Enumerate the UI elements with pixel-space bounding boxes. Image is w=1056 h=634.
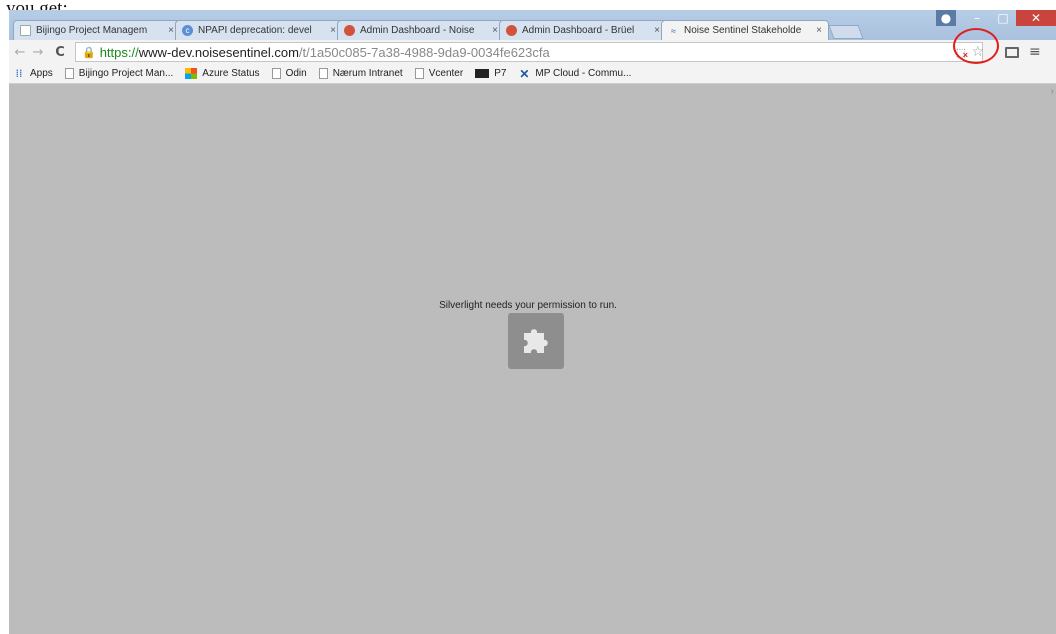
plugin-placeholder[interactable] [508, 313, 564, 369]
reload-icon[interactable]: C [53, 45, 67, 60]
tab-label: Noise Sentinel Stakeholde [684, 25, 802, 36]
url-scheme: https:// [99, 44, 139, 60]
admin-icon [506, 25, 517, 36]
address-bar[interactable]: 🔒 https://www-dev.noisesentinel.com/t/1a… [75, 42, 984, 62]
bookmark-apps[interactable]: ⁞⁞ Apps [13, 67, 53, 80]
user-icon[interactable]: ● [936, 10, 956, 26]
admin-icon [344, 25, 355, 36]
minimize-icon[interactable]: – [964, 10, 990, 26]
tab-label: NPAPI deprecation: devel [198, 25, 312, 36]
tab-npapi[interactable]: c NPAPI deprecation: devel × [175, 20, 343, 40]
bookmark-naerum-intranet[interactable]: Nærum Intranet [318, 68, 403, 79]
bookmark-label: Nærum Intranet [332, 68, 403, 79]
close-icon[interactable]: ✕ [1016, 10, 1056, 26]
url-path: /t/1a50c085-7a38-4988-9da9-0034fe623cfa [298, 44, 550, 60]
window-controls: ● – □ ✕ [936, 10, 1056, 28]
close-icon[interactable]: › [1051, 86, 1054, 97]
title-bar: Bijingo Project Managem × c NPAPI deprec… [9, 10, 1056, 40]
maximize-icon[interactable]: □ [990, 10, 1016, 26]
bookmark-azure-status[interactable]: Azure Status [185, 68, 260, 79]
document-icon [271, 68, 281, 79]
bookmark-odin[interactable]: Odin [271, 68, 307, 79]
chrome-icon: c [182, 25, 193, 36]
bookmark-label: Vcenter [428, 68, 464, 79]
tab-close-icon[interactable]: × [654, 25, 660, 36]
bookmark-label: MP Cloud - Commu... [535, 68, 632, 79]
url-host: www-dev.noisesentinel.com [138, 44, 299, 60]
bookmarks-bar: ⁞⁞ Apps Bijingo Project Man... Azure Sta… [9, 64, 1056, 84]
bookmark-p7[interactable]: P7 [475, 68, 506, 79]
lock-icon: 🔒 [82, 45, 96, 59]
tab-noise-sentinel[interactable]: ≈ Noise Sentinel Stakeholde × [661, 20, 829, 40]
tab-close-icon[interactable]: × [816, 25, 822, 36]
waves-icon: ≈ [671, 25, 676, 36]
page-content: › [9, 84, 1056, 634]
tab-strip: Bijingo Project Managem × c NPAPI deprec… [13, 20, 864, 40]
apps-grid-icon: ⁞⁞ [15, 67, 23, 80]
browser-window: Bijingo Project Managem × c NPAPI deprec… [9, 10, 1056, 634]
bookmark-label: Odin [285, 68, 307, 79]
p7-icon [475, 69, 490, 78]
cast-icon[interactable] [1005, 46, 1019, 58]
document-icon [64, 68, 74, 79]
back-icon[interactable]: ← [13, 45, 27, 60]
toolbar: ← → C 🔒 https://www-dev.noisesentinel.co… [9, 40, 1056, 64]
bookmark-vcenter[interactable]: Vcenter [414, 68, 464, 79]
forward-icon[interactable]: → [31, 45, 45, 60]
new-tab-button[interactable] [828, 25, 864, 39]
tab-close-icon[interactable]: × [492, 25, 498, 36]
puzzle-piece-icon [524, 329, 548, 353]
menu-icon[interactable]: ≡ [1029, 44, 1041, 60]
bookmark-label: Azure Status [202, 68, 260, 79]
bookmark-label: Apps [30, 68, 53, 79]
document-icon [318, 68, 328, 79]
tab-close-icon[interactable]: × [168, 25, 174, 36]
tab-label: Bijingo Project Managem [36, 25, 148, 36]
tab-admin-noise[interactable]: Admin Dashboard - Noise × [337, 20, 505, 40]
mp-cloud-icon: ✕ [519, 66, 530, 81]
document-icon [414, 68, 424, 79]
tab-admin-bruel[interactable]: Admin Dashboard - Brüel × [499, 20, 667, 40]
bookmark-label: Bijingo Project Man... [78, 68, 174, 79]
plugin-permission-message: Silverlight needs your permission to run… [439, 300, 617, 311]
tab-close-icon[interactable]: × [330, 25, 336, 36]
bookmark-bijingo[interactable]: Bijingo Project Man... [64, 68, 174, 79]
document-icon [20, 25, 31, 36]
annotation-circle [953, 28, 999, 64]
tab-bijingo[interactable]: Bijingo Project Managem × [13, 20, 181, 40]
windows-logo-icon [185, 68, 198, 79]
bookmark-label: P7 [494, 68, 507, 79]
tab-label: Admin Dashboard - Noise [360, 25, 475, 36]
bookmark-mp-cloud[interactable]: ✕ MP Cloud - Commu... [518, 66, 632, 81]
tab-label: Admin Dashboard - Brüel [522, 25, 635, 36]
